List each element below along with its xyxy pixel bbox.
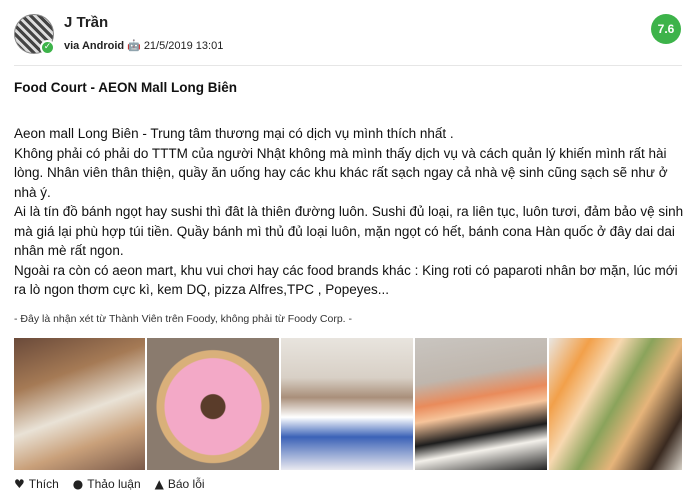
report-label: Báo lỗi: [167, 477, 205, 491]
thumbs-up-icon: ♥: [14, 477, 25, 491]
review-paragraph: Ngoài ra còn có aeon mart, khu vui chơi …: [14, 262, 678, 298]
speech-bubble-icon: ●: [72, 477, 84, 491]
review-actions: ♥ Thích ● Thảo luận ▲ Báo lỗi: [14, 477, 205, 491]
score-badge: 7.6: [651, 14, 681, 44]
review-paragraph: Ai là tín đồ bánh ngọt hay sushi thì đât…: [14, 204, 684, 258]
report-button[interactable]: ▲ Báo lỗi: [155, 477, 205, 491]
platform-label: via Android: [64, 39, 125, 52]
review-header: ✓ J Trần via Android 🤖 21/5/2019 13:01 7…: [0, 0, 696, 62]
review-meta: via Android 🤖 21/5/2019 13:01: [64, 39, 223, 52]
divider: [14, 65, 682, 66]
check-icon: ✓: [40, 40, 55, 55]
photo-bakery-pastries[interactable]: [549, 338, 682, 470]
disclaimer: - Đây là nhận xét từ Thành Viên trên Foo…: [14, 313, 352, 325]
like-button[interactable]: ♥ Thích: [14, 477, 59, 491]
photo-ice-cream-cups[interactable]: [281, 338, 413, 470]
review-paragraph: Không phải có phải do TTTM của người Nhậ…: [14, 145, 668, 200]
like-label: Thích: [28, 477, 59, 491]
photo-sushi-box[interactable]: [415, 338, 547, 470]
review-datetime: 21/5/2019 13:01: [143, 39, 224, 52]
photo-strip: [14, 338, 682, 470]
review-title[interactable]: Food Court - AEON Mall Long Biên: [14, 80, 237, 95]
android-icon: 🤖: [127, 39, 141, 52]
review-paragraph: Aeon mall Long Biên - Trung tâm thương m…: [14, 126, 454, 141]
warning-icon: ▲: [154, 477, 164, 491]
comment-label: Thảo luận: [87, 477, 141, 491]
photo-sushi-tray[interactable]: [14, 338, 145, 470]
photo-pink-donut[interactable]: [147, 338, 279, 470]
username[interactable]: J Trần: [64, 14, 108, 31]
comment-button[interactable]: ● Thảo luận: [73, 477, 141, 491]
review-body: Aeon mall Long Biên - Trung tâm thương m…: [14, 124, 686, 300]
